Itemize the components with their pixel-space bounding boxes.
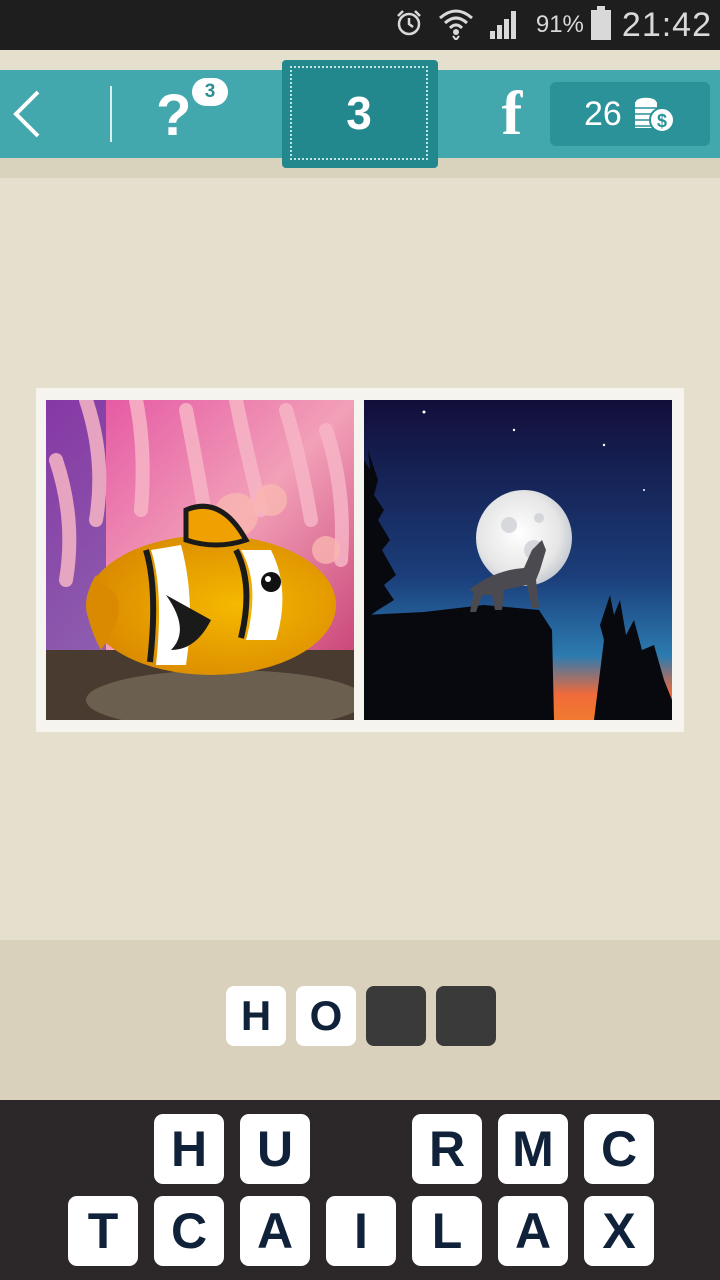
answer-slots: H O (226, 986, 506, 1046)
coin-stack-icon: $ (632, 92, 676, 141)
alarm-icon (394, 8, 424, 43)
coin-count: 26 (584, 95, 622, 133)
letter-key[interactable]: A (240, 1196, 310, 1266)
picture-panel (36, 388, 684, 732)
status-bar: 91% 21:42 (0, 0, 720, 50)
wifi-icon (438, 6, 474, 45)
signal-icon (488, 7, 522, 44)
level-number: 3 (290, 66, 428, 160)
letter-key[interactable]: C (584, 1114, 654, 1184)
chevron-left-icon (13, 90, 40, 138)
answer-slot-2[interactable]: O (296, 986, 356, 1046)
clownfish-photo (46, 400, 354, 720)
keyboard-row-1: H U R M C (0, 1114, 720, 1186)
letter-key[interactable]: M (498, 1114, 568, 1184)
letter-key[interactable]: A (498, 1196, 568, 1266)
letter-key[interactable]: T (68, 1196, 138, 1266)
keyboard-row-2: T C A I L A X (0, 1196, 720, 1268)
letter-key[interactable]: I (326, 1196, 396, 1266)
answer-slot-4[interactable] (436, 986, 496, 1046)
coins-button[interactable]: 26 $ (550, 82, 710, 146)
facebook-button[interactable]: f (490, 80, 534, 148)
letter-key[interactable]: L (412, 1196, 482, 1266)
answer-slot-1[interactable]: H (226, 986, 286, 1046)
svg-text:$: $ (657, 111, 667, 131)
clock: 21:42 (621, 5, 712, 44)
battery-icon (590, 5, 612, 45)
letter-keyboard: H U R M C T C A I L A X (0, 1100, 720, 1280)
hint-button[interactable]: ? 3 (150, 78, 240, 148)
question-icon: ? (156, 83, 192, 148)
answer-area: H O (0, 940, 720, 1100)
letter-key[interactable]: C (154, 1196, 224, 1266)
letter-key[interactable]: U (240, 1114, 310, 1184)
battery-percent: 91% (535, 11, 584, 38)
letter-key[interactable]: R (412, 1114, 482, 1184)
back-button[interactable] (8, 88, 48, 140)
letter-key[interactable]: X (584, 1196, 654, 1266)
answer-slot-3[interactable] (366, 986, 426, 1046)
wolf-howling-moon-photo (364, 400, 672, 720)
divider (110, 86, 112, 142)
letter-key[interactable]: H (154, 1114, 224, 1184)
hint-count-badge: 3 (192, 78, 228, 106)
level-indicator: 3 (282, 60, 438, 168)
